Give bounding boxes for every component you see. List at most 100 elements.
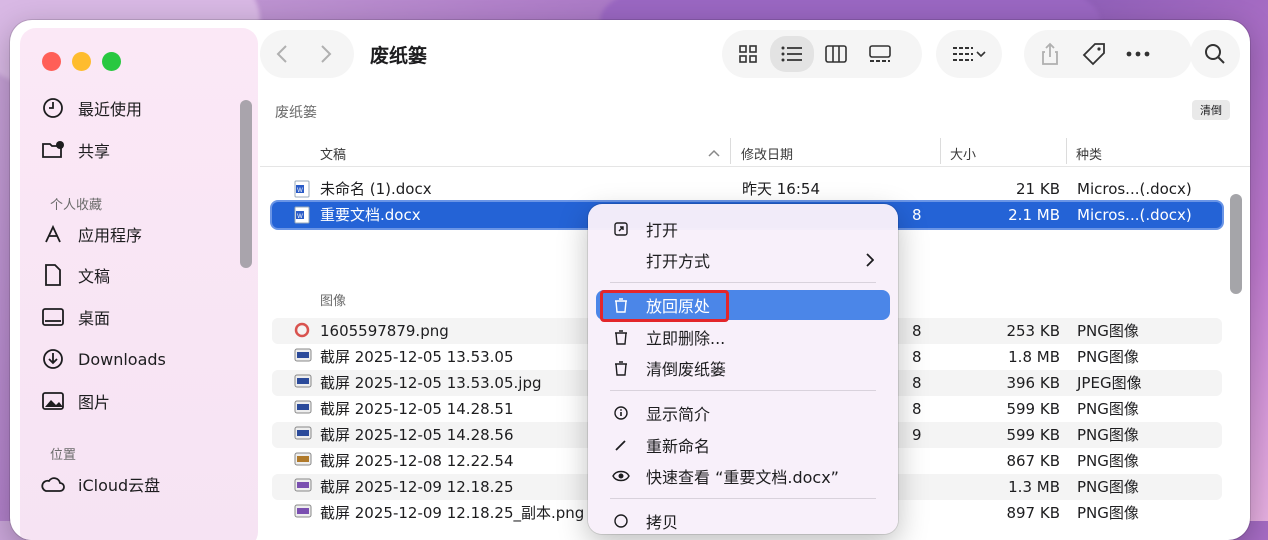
file-name: 截屏 2025-12-08 12.22.54 xyxy=(320,452,514,470)
menu-item-label: 重新命名 xyxy=(646,437,711,456)
sidebar-item-pictures[interactable]: 图片 xyxy=(40,383,230,419)
sidebar-item-label: iCloud云盘 xyxy=(78,476,161,495)
sidebar-item-recents[interactable]: 最近使用 xyxy=(40,90,230,126)
file-size: 599 KB xyxy=(1006,426,1060,444)
sidebar: 最近使用 共享 个人收藏 应用程序 文稿 桌面 Downloads 图片 位置 … xyxy=(20,28,258,540)
menu-item-delete-immediately[interactable]: 立即删除... xyxy=(596,322,890,352)
context-menu: 打开 打开方式 放回原处 立即删除... 清倒废纸篓 显示简介 重新命名 快速查… xyxy=(588,204,898,534)
sidebar-item-downloads[interactable]: Downloads xyxy=(40,341,230,377)
file-size: 897 KB xyxy=(1006,504,1060,522)
menu-item-empty-trash[interactable]: 清倒废纸篓 xyxy=(596,353,890,383)
file-name: 截屏 2025-12-05 13.53.05.jpg xyxy=(320,374,542,392)
share-icon xyxy=(1042,42,1058,65)
sidebar-scrollbar[interactable] xyxy=(240,100,252,268)
file-name: 截屏 2025-12-05 14.28.56 xyxy=(320,426,514,444)
column-divider[interactable] xyxy=(1066,138,1067,164)
file-name: 截屏 2025-12-09 12.18.25_副本.png xyxy=(320,504,585,522)
column-header-date[interactable]: 修改日期 xyxy=(741,140,793,166)
menu-item-get-info[interactable]: 显示简介 xyxy=(596,398,890,428)
column-header-label: 文稿 xyxy=(320,147,347,163)
column-header-size[interactable]: 大小 xyxy=(950,140,976,166)
trash-icon xyxy=(610,329,632,345)
action-group xyxy=(1024,30,1192,78)
column-header-kind[interactable]: 种类 xyxy=(1076,140,1102,166)
empty-trash-button[interactable]: 清倒 xyxy=(1192,100,1230,120)
column-divider[interactable] xyxy=(940,138,941,164)
chevron-left-icon xyxy=(276,45,287,63)
sidebar-item-desktop[interactable]: 桌面 xyxy=(40,299,230,335)
sidebar-item-documents[interactable]: 文稿 xyxy=(40,257,230,293)
file-name: 重要文档.docx xyxy=(320,206,421,224)
minimize-window-button[interactable] xyxy=(72,52,91,71)
file-row[interactable]: W 未命名 (1).docx 昨天 16:54 21 KB Micros...(… xyxy=(272,176,1222,202)
image-file-icon xyxy=(294,374,312,392)
sidebar-item-label: Downloads xyxy=(78,349,166,369)
group-icon xyxy=(953,47,986,61)
image-file-icon xyxy=(294,400,312,418)
column-header-name[interactable]: 文稿 xyxy=(320,140,720,166)
image-file-icon xyxy=(294,504,312,522)
back-button[interactable] xyxy=(260,36,304,72)
share-button[interactable] xyxy=(1028,36,1072,72)
word-doc-icon: W xyxy=(294,206,310,224)
content-scrollbar[interactable] xyxy=(1230,194,1242,294)
file-kind: PNG图像 xyxy=(1077,478,1139,496)
sidebar-item-label: 应用程序 xyxy=(78,226,143,245)
window-title: 废纸篓 xyxy=(370,45,428,67)
sidebar-item-label: 文稿 xyxy=(78,267,111,286)
file-kind: JPEG图像 xyxy=(1077,374,1142,392)
close-window-button[interactable] xyxy=(42,52,61,71)
group-by-button[interactable] xyxy=(936,30,1002,78)
more-button[interactable] xyxy=(1116,36,1160,72)
search-button[interactable] xyxy=(1190,30,1240,78)
ellipsis-icon xyxy=(1126,51,1150,57)
menu-item-label: 显示简介 xyxy=(646,405,711,424)
image-file-icon xyxy=(294,426,312,444)
menu-item-label: 打开方式 xyxy=(646,252,711,271)
grid-icon xyxy=(739,45,757,63)
open-icon xyxy=(610,222,632,236)
menu-item-copy[interactable]: 拷贝 xyxy=(596,506,890,536)
tag-button[interactable] xyxy=(1072,36,1116,72)
menu-separator xyxy=(610,390,876,391)
zoom-window-button[interactable] xyxy=(102,52,121,71)
menu-item-quick-look[interactable]: 快速查看 “重要文档.docx” xyxy=(596,461,890,491)
menu-item-label: 清倒废纸篓 xyxy=(646,360,727,379)
forward-button[interactable] xyxy=(304,36,348,72)
file-size: 1.3 MB xyxy=(1008,478,1060,496)
document-icon xyxy=(40,262,66,288)
file-name: 未命名 (1).docx xyxy=(320,180,432,198)
svg-text:W: W xyxy=(297,188,303,194)
icon-view-button[interactable] xyxy=(726,36,770,72)
menu-item-open-with[interactable]: 打开方式 xyxy=(596,245,890,275)
file-size: 253 KB xyxy=(1006,322,1060,340)
list-view-button[interactable] xyxy=(770,36,814,72)
menu-item-label: 打开 xyxy=(646,221,679,240)
column-view-button[interactable] xyxy=(814,36,858,72)
file-date: 8 xyxy=(912,322,922,340)
column-header-label: 修改日期 xyxy=(741,147,794,163)
sidebar-item-icloud[interactable]: iCloud云盘 xyxy=(40,466,230,502)
search-icon xyxy=(1205,44,1225,64)
menu-item-label: 拷贝 xyxy=(646,513,679,532)
sidebar-item-label: 共享 xyxy=(78,142,111,161)
sidebar-item-label: 图片 xyxy=(78,393,111,412)
file-kind: PNG图像 xyxy=(1077,400,1139,418)
menu-item-rename[interactable]: 重新命名 xyxy=(596,430,890,460)
trash-icon xyxy=(610,360,632,376)
pencil-icon xyxy=(610,438,632,452)
file-name: 截屏 2025-12-05 13.53.05 xyxy=(320,348,514,366)
tag-icon xyxy=(1082,43,1105,66)
chevron-up-icon xyxy=(708,149,720,157)
sidebar-item-applications[interactable]: 应用程序 xyxy=(40,216,230,252)
menu-item-open[interactable]: 打开 xyxy=(596,214,890,244)
gallery-view-button[interactable] xyxy=(858,36,902,72)
file-name: 截屏 2025-12-05 14.28.51 xyxy=(320,400,514,418)
column-divider[interactable] xyxy=(730,138,731,164)
file-date: 9 xyxy=(912,426,922,444)
image-file-icon xyxy=(294,348,312,366)
file-kind: PNG图像 xyxy=(1077,504,1139,522)
column-header-label: 种类 xyxy=(1076,147,1103,163)
sidebar-item-shared[interactable]: 共享 xyxy=(40,132,230,168)
menu-separator xyxy=(610,282,876,283)
